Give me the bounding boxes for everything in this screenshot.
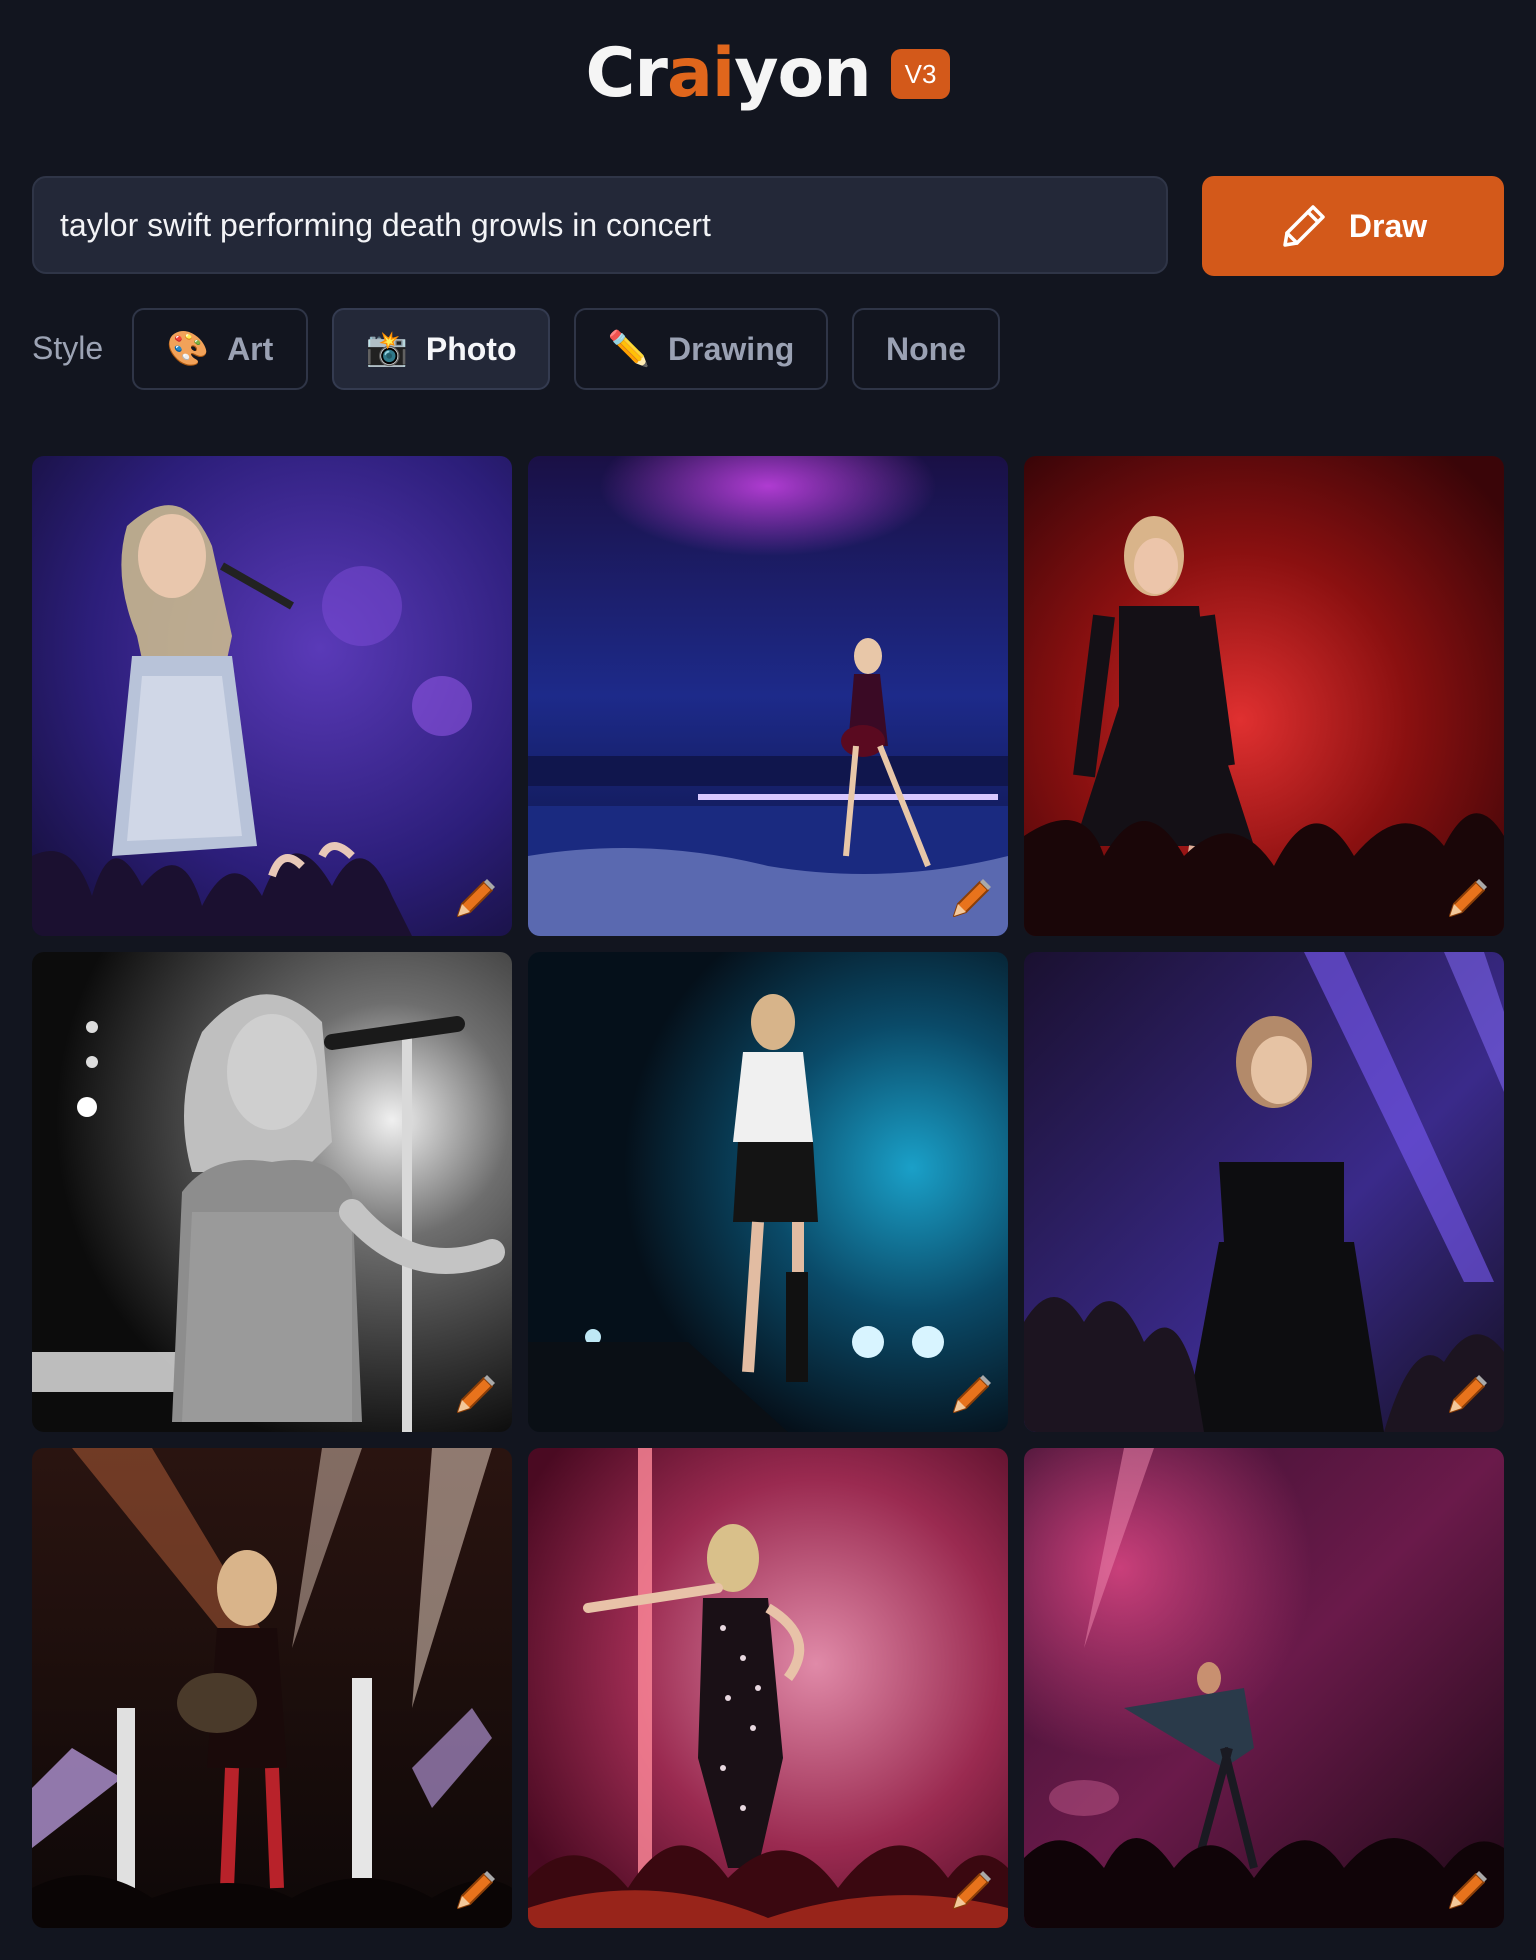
concert-photo [1024, 1448, 1504, 1928]
result-image[interactable] [32, 456, 512, 936]
pencil-emoji-icon: ✏️ [607, 330, 651, 368]
pencil-icon[interactable] [948, 1868, 994, 1914]
concert-photo [528, 1448, 1008, 1928]
style-option-label: Photo [425, 330, 517, 367]
pencil-icon[interactable] [452, 1868, 498, 1914]
style-option-label: None [886, 330, 966, 367]
result-image[interactable] [1024, 456, 1504, 936]
concert-photo [1024, 456, 1504, 936]
camera-flash-icon: 📸 [365, 330, 408, 368]
pencil-icon [1283, 205, 1325, 247]
pencil-icon[interactable] [948, 1372, 994, 1418]
palette-icon: 🎨 [166, 330, 210, 368]
pencil-icon[interactable] [948, 876, 994, 922]
result-image[interactable] [1024, 1448, 1504, 1928]
result-image[interactable] [528, 952, 1008, 1432]
pencil-icon[interactable] [452, 1372, 498, 1418]
concert-photo [32, 952, 512, 1432]
concert-photo [1024, 952, 1504, 1432]
pencil-icon[interactable] [1444, 1868, 1490, 1914]
concert-photo [528, 456, 1008, 936]
style-none-button[interactable]: None [852, 308, 1000, 390]
result-image[interactable] [32, 952, 512, 1432]
concert-photo [528, 952, 1008, 1432]
prompt-input[interactable]: taylor swift performing death growls in … [32, 176, 1168, 274]
concert-photo [32, 456, 512, 936]
version-badge: V3 [890, 49, 951, 99]
style-label: Style [32, 330, 104, 366]
style-option-label: Art [227, 330, 274, 367]
style-art-button[interactable]: 🎨 Art [132, 308, 308, 390]
craiyon-logo[interactable]: Craiyon [586, 40, 872, 108]
style-photo-button[interactable]: 📸 Photo [332, 308, 550, 390]
pencil-icon[interactable] [1444, 1372, 1490, 1418]
result-image[interactable] [528, 1448, 1008, 1928]
style-drawing-button[interactable]: ✏️ Drawing [574, 308, 828, 390]
pencil-icon[interactable] [1444, 876, 1490, 922]
results-grid [32, 456, 1504, 1928]
pencil-icon[interactable] [452, 876, 498, 922]
style-option-label: Drawing [668, 330, 795, 367]
draw-button-label: Draw [1348, 207, 1428, 244]
concert-photo [32, 1448, 512, 1928]
result-image[interactable] [528, 456, 1008, 936]
result-image[interactable] [32, 1448, 512, 1928]
draw-button[interactable]: Draw [1202, 176, 1504, 276]
header: Craiyon V3 [0, 40, 1536, 108]
result-image[interactable] [1024, 952, 1504, 1432]
